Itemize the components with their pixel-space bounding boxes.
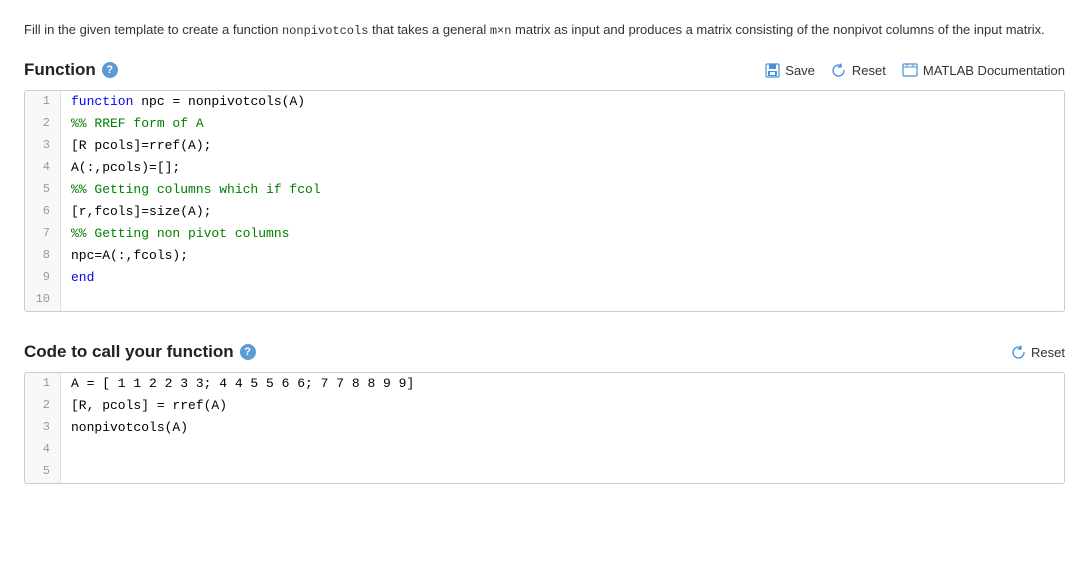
call-title: Code to call your function ? (24, 342, 256, 362)
line-number: 8 (25, 245, 61, 267)
line-number: 6 (25, 201, 61, 223)
line-content[interactable] (61, 439, 1064, 461)
line-content[interactable] (61, 289, 1064, 311)
reset-button[interactable]: Reset (831, 62, 886, 78)
line-content[interactable]: [R pcols]=rref(A); (61, 135, 1064, 157)
line-number: 2 (25, 395, 61, 417)
line-content[interactable]: A(:,pcols)=[]; (61, 157, 1064, 179)
line-number: 4 (25, 439, 61, 461)
line-content[interactable]: function npc = nonpivotcols(A) (61, 91, 1064, 113)
line-content[interactable]: npc=A(:,fcols); (61, 245, 1064, 267)
save-button[interactable]: Save (764, 62, 815, 78)
line-content[interactable]: [R, pcols] = rref(A) (61, 395, 1064, 417)
table-row: 7 %% Getting non pivot columns (25, 223, 1064, 245)
code-token: npc=A(:,fcols); (71, 246, 188, 267)
call-code-block: 1 A = [ 1 1 2 2 3 3; 4 4 5 5 6 6; 7 7 8 8… (25, 373, 1064, 483)
code-token: [R, pcols] = rref(A) (71, 396, 227, 417)
function-title-text: Function (24, 60, 96, 80)
line-number: 1 (25, 373, 61, 395)
code-token: end (71, 268, 94, 289)
line-content[interactable] (61, 461, 1064, 483)
call-reset-label: Reset (1031, 345, 1065, 360)
call-reset-icon (1010, 344, 1026, 360)
code-token: [r,fcols]=size(A); (71, 202, 211, 223)
code-token: [R pcols]=rref(A); (71, 136, 211, 157)
call-toolbar: Reset (1010, 344, 1065, 360)
table-row: 2 [R, pcols] = rref(A) (25, 395, 1064, 417)
table-row: 4 A(:,pcols)=[]; (25, 157, 1064, 179)
line-content[interactable]: %% Getting columns which if fcol (61, 179, 1064, 201)
code-token: A = [ 1 1 2 2 3 3; 4 4 5 5 6 6; 7 7 8 8 … (71, 374, 414, 395)
matlab-docs-button[interactable]: MATLAB Documentation (902, 62, 1065, 78)
line-number: 4 (25, 157, 61, 179)
code-token: %% Getting non pivot columns (71, 224, 289, 245)
function-help-icon[interactable]: ? (102, 62, 118, 78)
code-token: A(:,pcols)=[]; (71, 158, 180, 179)
table-row: 1 A = [ 1 1 2 2 3 3; 4 4 5 5 6 6; 7 7 8 8… (25, 373, 1064, 395)
table-row: 5 %% Getting columns which if fcol (25, 179, 1064, 201)
table-row: 2 %% RREF form of A (25, 113, 1064, 135)
line-number: 7 (25, 223, 61, 245)
reset-label: Reset (852, 63, 886, 78)
line-content[interactable]: [r,fcols]=size(A); (61, 201, 1064, 223)
line-content[interactable]: end (61, 267, 1064, 289)
line-number: 10 (25, 289, 61, 311)
table-row: 6 [r,fcols]=size(A); (25, 201, 1064, 223)
table-row: 3 nonpivotcols(A) (25, 417, 1064, 439)
line-content[interactable]: %% RREF form of A (61, 113, 1064, 135)
description: Fill in the given template to create a f… (24, 20, 1065, 40)
call-code-container[interactable]: 1 A = [ 1 1 2 2 3 3; 4 4 5 5 6 6; 7 7 8 8… (24, 372, 1065, 484)
line-number: 2 (25, 113, 61, 135)
table-row: 9 end (25, 267, 1064, 289)
line-number: 9 (25, 267, 61, 289)
line-number: 1 (25, 91, 61, 113)
matlab-icon (902, 62, 918, 78)
line-number: 3 (25, 417, 61, 439)
table-row: 8 npc=A(:,fcols); (25, 245, 1064, 267)
line-content[interactable]: nonpivotcols(A) (61, 417, 1064, 439)
matlab-docs-label: MATLAB Documentation (923, 63, 1065, 78)
line-content[interactable]: %% Getting non pivot columns (61, 223, 1064, 245)
function-section-header: Function ? Save Reset (24, 60, 1065, 80)
table-row: 3 [R pcols]=rref(A); (25, 135, 1064, 157)
function-toolbar: Save Reset MATLAB Documentation (764, 62, 1065, 78)
function-code-block: 1function npc = nonpivotcols(A)2%% RREF … (25, 91, 1064, 311)
table-row: 10 (25, 289, 1064, 311)
call-help-icon[interactable]: ? (240, 344, 256, 360)
call-reset-button[interactable]: Reset (1010, 344, 1065, 360)
code-token: function (71, 92, 133, 113)
call-title-text: Code to call your function (24, 342, 234, 362)
table-row: 5 (25, 461, 1064, 483)
call-section-header: Code to call your function ? Reset (24, 342, 1065, 362)
function-code-container[interactable]: 1function npc = nonpivotcols(A)2%% RREF … (24, 90, 1065, 312)
line-number: 3 (25, 135, 61, 157)
code-token: %% RREF form of A (71, 114, 204, 135)
function-title: Function ? (24, 60, 118, 80)
line-content[interactable]: A = [ 1 1 2 2 3 3; 4 4 5 5 6 6; 7 7 8 8 … (61, 373, 1064, 395)
code-token: %% Getting columns which if fcol (71, 180, 321, 201)
table-row: 1function npc = nonpivotcols(A) (25, 91, 1064, 113)
line-number: 5 (25, 461, 61, 483)
save-icon (764, 62, 780, 78)
line-number: 5 (25, 179, 61, 201)
code-token: nonpivotcols(A) (71, 418, 188, 439)
code-token: npc = nonpivotcols(A) (133, 92, 305, 113)
save-label: Save (785, 63, 815, 78)
table-row: 4 (25, 439, 1064, 461)
reset-icon (831, 62, 847, 78)
